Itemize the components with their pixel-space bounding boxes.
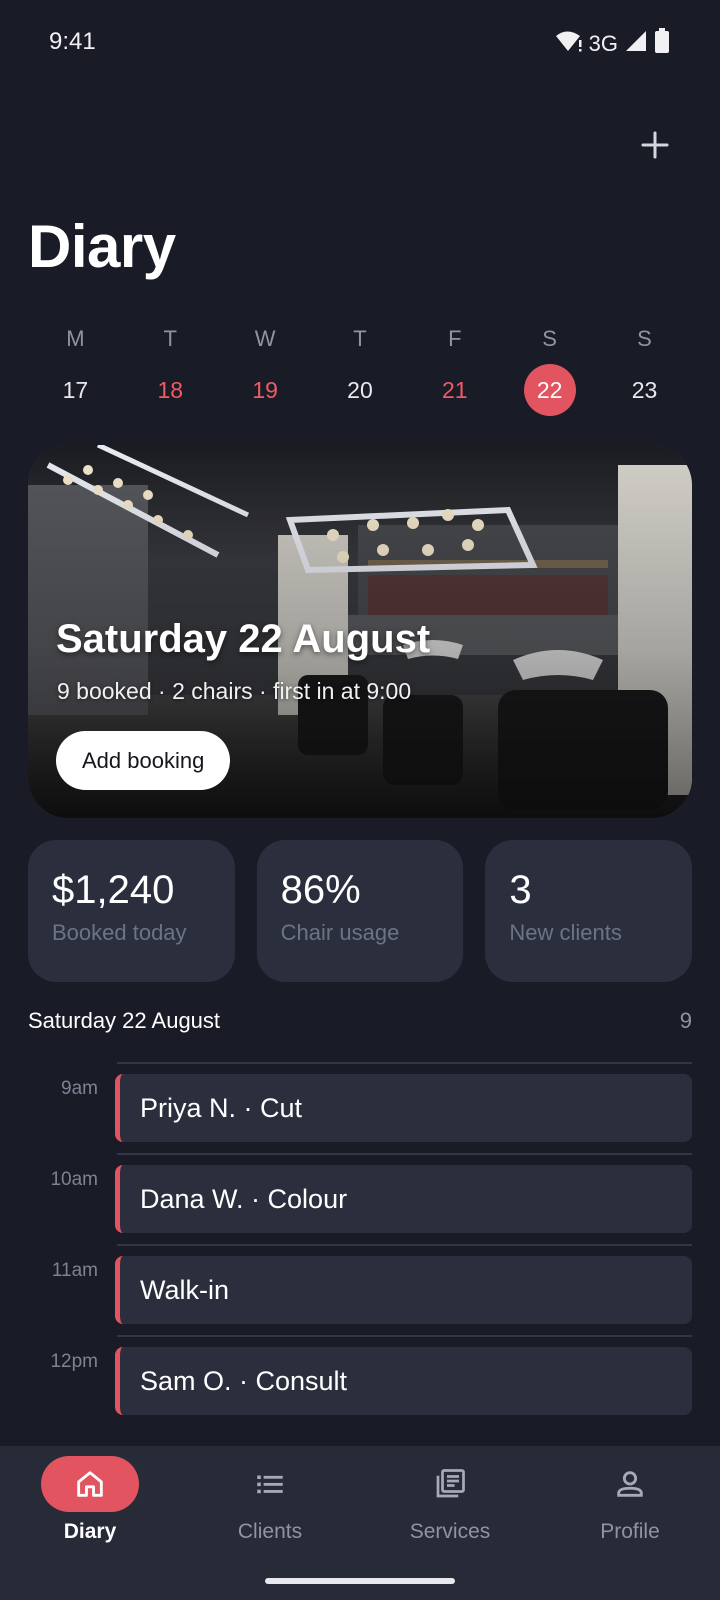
day-column[interactable]: T 18	[123, 326, 218, 426]
status-bar: 9:41 3G	[0, 0, 720, 90]
slot-time: 9am	[61, 1078, 98, 1099]
person-icon	[617, 1471, 643, 1497]
nav-pill	[401, 1456, 499, 1512]
booking-card[interactable]: Dana W. · Colour	[115, 1165, 692, 1233]
day-date[interactable]: 23	[618, 364, 670, 416]
stat-booked-today[interactable]: $1,240 Booked today	[28, 840, 235, 982]
day-letter: S	[637, 326, 652, 351]
selected-date[interactable]: 22	[523, 364, 576, 416]
hour-divider	[117, 1335, 692, 1337]
schedule-slot: 12pm Sam O. · Consult	[0, 1335, 720, 1426]
battery-icon	[654, 28, 670, 59]
hour-divider	[117, 1153, 692, 1155]
schedule-slot: 10am Dana W. · Colour	[0, 1153, 720, 1244]
status-time: 9:41	[49, 28, 96, 55]
page-title: Diary	[28, 213, 176, 280]
network-type: 3G	[588, 30, 618, 56]
nav-label: Profile	[600, 1520, 660, 1543]
slot-time: 12pm	[50, 1351, 98, 1372]
hero-title: Saturday 22 August	[56, 617, 431, 661]
hero-card: Saturday 22 August 9 booked · 2 chairs ·…	[28, 445, 692, 818]
schedule-slot: 11am Walk-in	[0, 1244, 720, 1335]
day-column[interactable]: S 22	[502, 326, 597, 426]
add-button[interactable]	[630, 120, 680, 170]
schedule-title: Saturday 22 August	[28, 1008, 221, 1033]
stat-new-clients[interactable]: 3 New clients	[485, 840, 693, 982]
day-column[interactable]: F 21	[407, 326, 502, 426]
plus-icon	[641, 131, 669, 159]
slot-time: 11am	[51, 1260, 98, 1281]
booking-count: 9	[679, 1008, 692, 1033]
day-column[interactable]: S 23	[597, 326, 692, 426]
stat-label: New clients	[509, 920, 622, 945]
nav-label: Diary	[63, 1520, 117, 1543]
schedule-slot: 9am Priya N. · Cut	[0, 1062, 720, 1153]
stat-value: 86%	[280, 868, 361, 912]
nav-pill	[221, 1456, 319, 1512]
day-column[interactable]: W 19	[218, 326, 313, 426]
home-icon	[77, 1471, 103, 1497]
stat-value: $1,240	[52, 868, 175, 912]
day-date[interactable]: 19	[239, 364, 291, 416]
nav-label: Clients	[237, 1520, 303, 1543]
nav-item-diary[interactable]: Diary	[0, 1456, 180, 1544]
bottom-navigation: Diary Clients Services Profile	[0, 1446, 720, 1600]
booking-card[interactable]: Priya N. · Cut	[115, 1074, 692, 1142]
nav-pill	[41, 1456, 139, 1512]
day-letter: F	[448, 326, 462, 351]
day-date[interactable]: 21	[429, 364, 481, 416]
stat-value: 3	[509, 868, 532, 912]
stat-label: Chair usage	[280, 920, 400, 945]
day-column[interactable]: T 20	[313, 326, 408, 426]
day-date[interactable]: 18	[144, 364, 196, 416]
stat-chair-usage[interactable]: 86% Chair usage	[256, 840, 464, 982]
stats-row: $1,240 Booked today 86% Chair usage 3 Ne…	[28, 840, 693, 982]
slot-time: 10am	[50, 1169, 98, 1190]
nav-label: Services	[409, 1520, 491, 1543]
add-booking-button[interactable]: Add booking	[56, 731, 231, 790]
library-icon	[436, 1469, 465, 1498]
stat-label: Booked today	[52, 920, 187, 945]
schedule-header: Saturday 22 August 9	[28, 1008, 692, 1034]
hour-divider	[117, 1244, 692, 1246]
hero-subtitle: 9 booked · 2 chairs · first in at 9:00	[57, 678, 412, 704]
nav-item-services[interactable]: Services	[360, 1456, 540, 1544]
day-letter: T	[163, 326, 177, 351]
home-indicator	[265, 1578, 455, 1584]
day-letter: W	[254, 326, 276, 351]
nav-pill	[581, 1456, 679, 1512]
day-date[interactable]: 17	[49, 364, 101, 416]
day-date[interactable]: 20	[334, 364, 386, 416]
week-strip: M 17 T 18 W 19 T 20 F 21 S 22 S 23	[28, 326, 692, 426]
booking-card[interactable]: Sam O. · Consult	[115, 1347, 692, 1415]
list-icon	[257, 1475, 283, 1494]
day-column[interactable]: M 17	[28, 326, 123, 426]
day-letter: M	[66, 326, 85, 351]
status-icons: 3G	[555, 28, 670, 59]
hour-divider	[117, 1062, 692, 1064]
day-letter: T	[353, 326, 367, 351]
nav-item-profile[interactable]: Profile	[540, 1456, 720, 1544]
nav-item-clients[interactable]: Clients	[180, 1456, 360, 1544]
booking-card[interactable]: Walk-in	[115, 1256, 692, 1324]
day-letter: S	[542, 326, 557, 351]
signal-icon	[624, 29, 648, 58]
wifi-icon	[555, 29, 583, 58]
